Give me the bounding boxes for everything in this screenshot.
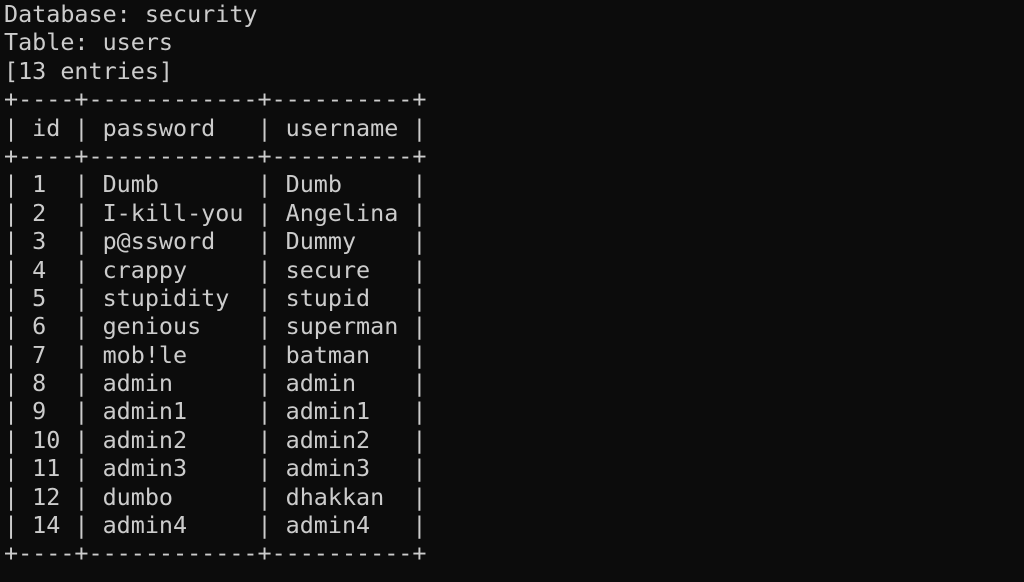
table-header-row: | id | password | username | — [4, 113, 427, 142]
table-border-bottom: +----+------------+----------+ — [4, 539, 427, 568]
table-border-header: +----+------------+----------+ — [4, 141, 427, 170]
table-row: | 3 | p@ssword | Dummy | — [4, 227, 427, 256]
table-row: | 11 | admin3 | admin3 | — [4, 454, 427, 483]
entries-count-line: [13 entries] — [4, 56, 173, 85]
table-row: | 6 | genious | superman | — [4, 312, 427, 341]
table-border-top: +----+------------+----------+ — [4, 85, 427, 114]
table-row: | 5 | stupidity | stupid | — [4, 283, 427, 312]
table-line: Table: users — [4, 28, 173, 57]
table-row: | 7 | mob!le | batman | — [4, 340, 427, 369]
terminal-window[interactable]: Database: security Table: users [13 entr… — [0, 0, 1024, 582]
table-row: | 4 | crappy | secure | — [4, 255, 427, 284]
table-row: | 8 | admin | admin | — [4, 369, 427, 398]
table-row: | 14 | admin4 | admin4 | — [4, 511, 427, 540]
table-row: | 2 | I-kill-you | Angelina | — [4, 198, 427, 227]
table-row: | 1 | Dumb | Dumb | — [4, 170, 427, 199]
table-row: | 12 | dumbo | dhakkan | — [4, 482, 427, 511]
database-line: Database: security — [4, 0, 258, 28]
table-row: | 10 | admin2 | admin2 | — [4, 425, 427, 454]
table-row: | 9 | admin1 | admin1 | — [4, 397, 427, 426]
